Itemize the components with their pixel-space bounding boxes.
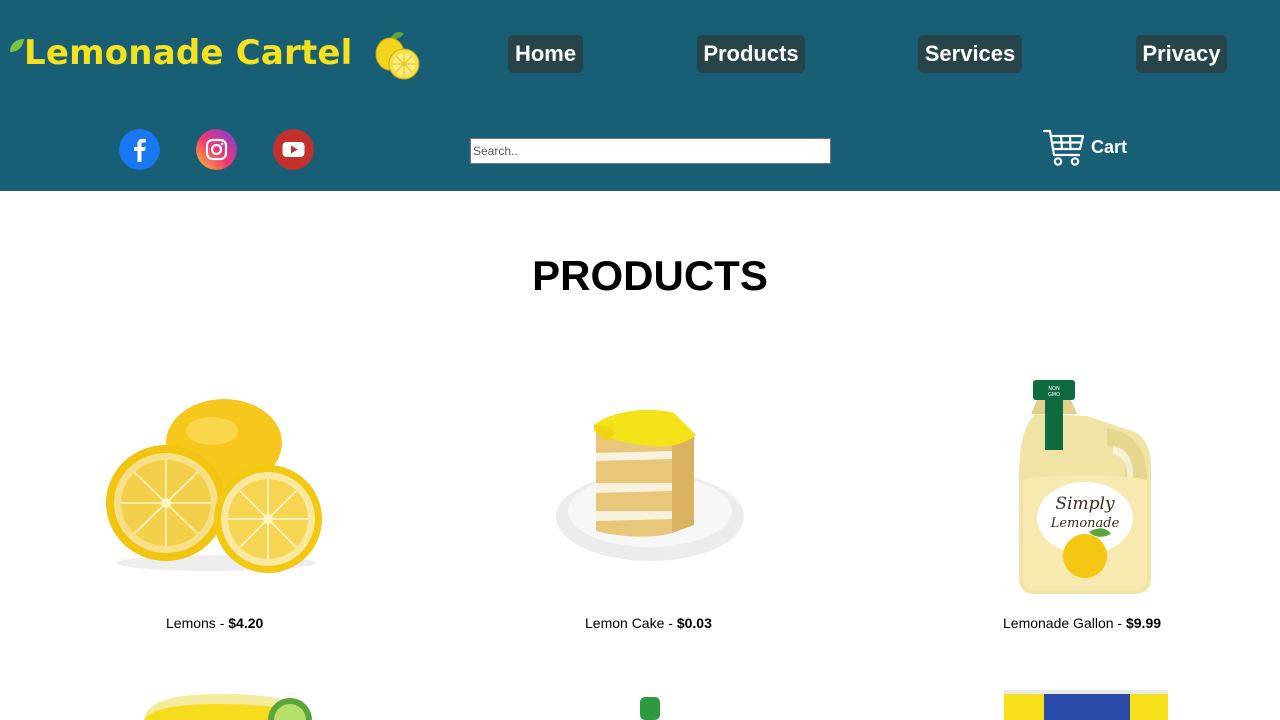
instagram-icon[interactable] [196,129,237,170]
product-name[interactable]: Lemonade Gallon [1003,615,1114,631]
brand-name: Lemonade Cartel [24,33,353,73]
product-image-partial[interactable] [1004,690,1168,720]
product-name[interactable]: Lemon Cake [585,615,664,631]
lemons-image[interactable] [104,395,324,575]
product-caption-lemonade-gallon: Lemonade Gallon - $9.99 [1003,615,1162,631]
nav-privacy[interactable]: Privacy [1136,35,1227,73]
lemonade-gallon-image[interactable]: NON GMO Simply Lemonade [1015,378,1155,596]
nav-services[interactable]: Services [918,35,1022,73]
product-image-partial[interactable] [638,697,662,720]
cart-button[interactable]: Cart [1042,128,1127,168]
product-price: $0.03 [676,615,712,631]
brand-logo[interactable]: Lemonade Cartel [8,28,428,84]
lemon-icon [375,32,420,80]
cart-label: Cart [1091,137,1128,157]
product-caption-lemon-cake: Lemon Cake - $0.03 [585,615,712,631]
svg-text:GMO: GMO [1048,392,1060,398]
shopping-cart-icon [1042,129,1085,166]
site-header: Lemonade Cartel Home Products Services P… [0,0,1280,191]
page-title: PRODUCTS [532,252,768,299]
search-input[interactable] [470,138,831,164]
nav-products[interactable]: Products [697,35,805,73]
nav-home[interactable]: Home [508,35,583,73]
product-price: $4.20 [228,615,264,631]
svg-text:Simply: Simply [1055,494,1115,514]
svg-text:Lemonade: Lemonade [1050,516,1120,531]
product-caption-lemons: Lemons - $4.20 [166,615,264,631]
lemon-cake-image[interactable] [554,405,746,565]
product-image-partial[interactable] [140,688,312,720]
product-name[interactable]: Lemons [166,615,216,631]
youtube-icon[interactable] [273,129,314,170]
product-price: $9.99 [1125,615,1162,631]
facebook-icon[interactable] [119,129,160,170]
